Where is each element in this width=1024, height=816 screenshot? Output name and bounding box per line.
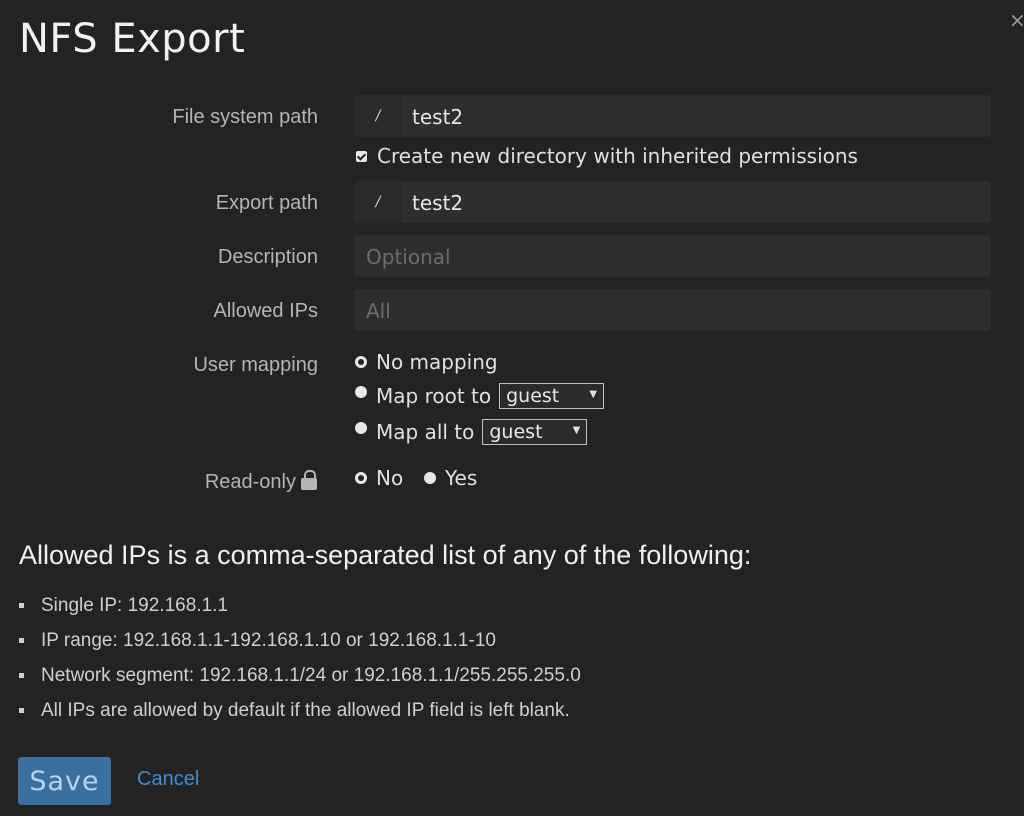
help-item-text: IP range: 192.168.1.1-192.168.1.10 or 19… bbox=[41, 629, 496, 651]
description-label: Description bbox=[217, 246, 318, 268]
radio-map-all-label: Map all to bbox=[376, 420, 475, 444]
fs-path-input[interactable]: / test2 bbox=[354, 95, 991, 137]
help-title: Allowed IPs is a comma-separated list of… bbox=[19, 540, 752, 570]
radio-map-root-label: Map root to bbox=[376, 384, 492, 408]
radio-map-all[interactable]: Map all to guest ▼ bbox=[355, 419, 588, 445]
description-input[interactable]: Optional bbox=[354, 235, 991, 277]
list-item: All IPs are allowed by default if the al… bbox=[19, 693, 581, 728]
export-path-input[interactable]: / test2 bbox=[354, 181, 991, 223]
bullet-icon bbox=[19, 638, 24, 643]
map-all-select-value: guest bbox=[489, 421, 543, 443]
allowed-ips-label: Allowed IPs bbox=[213, 300, 319, 322]
radio-map-all-button[interactable] bbox=[355, 422, 367, 434]
cancel-link[interactable]: Cancel bbox=[137, 768, 199, 791]
fs-path-prefix: / bbox=[355, 96, 402, 136]
radio-no-mapping-button[interactable] bbox=[355, 356, 367, 368]
dialog-title: NFS Export bbox=[19, 16, 246, 62]
bullet-icon bbox=[19, 603, 24, 608]
allowed-ips-placeholder: All bbox=[366, 299, 391, 323]
radio-map-root[interactable]: Map root to guest ▼ bbox=[355, 383, 605, 409]
radio-read-only-no-button[interactable] bbox=[355, 472, 367, 484]
fs-path-label: File system path bbox=[172, 106, 318, 128]
radio-read-only-yes[interactable]: Yes bbox=[424, 466, 477, 490]
help-list: Single IP: 192.168.1.1 IP range: 192.168… bbox=[19, 588, 581, 728]
list-item: IP range: 192.168.1.1-192.168.1.10 or 19… bbox=[19, 623, 581, 658]
lock-icon bbox=[300, 470, 318, 490]
help-item-text: Single IP: 192.168.1.1 bbox=[41, 594, 228, 616]
export-path-prefix: / bbox=[355, 182, 402, 222]
radio-read-only-yes-label: Yes bbox=[445, 466, 478, 490]
create-dir-checkbox[interactable] bbox=[356, 150, 367, 162]
export-path-label: Export path bbox=[215, 192, 318, 214]
chevron-down-icon: ▼ bbox=[572, 425, 581, 436]
radio-read-only-yes-button[interactable] bbox=[424, 472, 436, 484]
radio-no-mapping[interactable]: No mapping bbox=[355, 350, 498, 374]
create-dir-checkbox-row[interactable]: Create new directory with inherited perm… bbox=[356, 144, 858, 168]
radio-read-only-no-label: No bbox=[376, 466, 404, 490]
radio-no-mapping-label: No mapping bbox=[376, 350, 498, 374]
fs-path-value: test2 bbox=[412, 105, 464, 129]
save-button[interactable]: Save bbox=[18, 757, 111, 805]
create-dir-label: Create new directory with inherited perm… bbox=[377, 144, 858, 168]
help-item-text: All IPs are allowed by default if the al… bbox=[41, 699, 570, 721]
user-mapping-label: User mapping bbox=[193, 354, 318, 376]
read-only-label: Read-only bbox=[205, 470, 318, 494]
bullet-icon bbox=[19, 708, 24, 713]
radio-map-root-button[interactable] bbox=[355, 386, 367, 398]
radio-read-only-no[interactable]: No bbox=[355, 466, 403, 490]
map-all-select[interactable]: guest ▼ bbox=[482, 419, 588, 445]
chevron-down-icon: ▼ bbox=[589, 389, 598, 400]
map-root-select-value: guest bbox=[506, 385, 560, 407]
close-icon[interactable]: × bbox=[1009, 8, 1024, 32]
export-path-value: test2 bbox=[412, 191, 464, 215]
help-item-text: Network segment: 192.168.1.1/24 or 192.1… bbox=[41, 664, 581, 686]
list-item: Single IP: 192.168.1.1 bbox=[19, 588, 581, 623]
allowed-ips-input[interactable]: All bbox=[354, 289, 991, 331]
map-root-select[interactable]: guest ▼ bbox=[499, 383, 605, 409]
bullet-icon bbox=[19, 673, 24, 678]
list-item: Network segment: 192.168.1.1/24 or 192.1… bbox=[19, 658, 581, 693]
read-only-label-text: Read-only bbox=[204, 471, 296, 493]
description-placeholder: Optional bbox=[366, 245, 451, 269]
